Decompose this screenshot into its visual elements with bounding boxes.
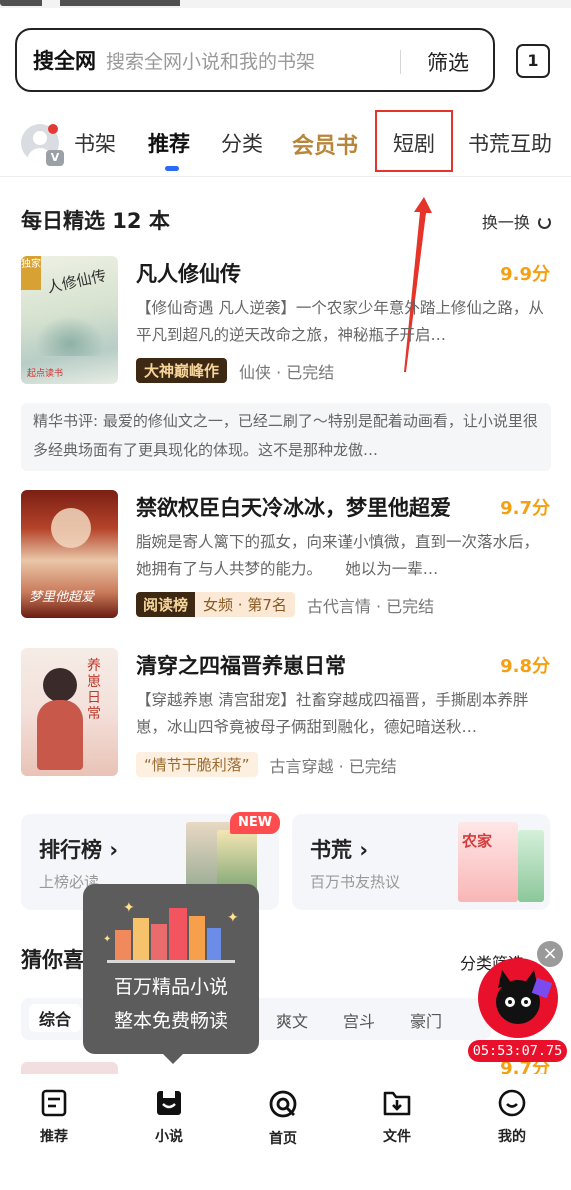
book-score: 9.8分 xyxy=(500,656,550,677)
tab-book-help[interactable]: 书荒互助 xyxy=(468,128,552,158)
book-cover[interactable]: 梦里他超爱 xyxy=(21,490,118,618)
book-cover[interactable]: 独家 人修仙传 起点读书 xyxy=(21,256,118,384)
filter-button[interactable]: 筛选 xyxy=(427,47,469,77)
search-divider xyxy=(400,50,401,74)
refresh-button[interactable]: 换一换 xyxy=(482,209,551,233)
search-bar[interactable]: 搜全网 搜索全网小说和我的书架 筛选 xyxy=(15,28,495,92)
tab-category[interactable]: 分类 xyxy=(221,128,263,158)
search-scope[interactable]: 搜全网 xyxy=(33,45,96,75)
nav-label[interactable]: 文件 xyxy=(357,1126,437,1146)
exclusive-badge: 独家 xyxy=(21,256,41,290)
home-q-icon xyxy=(269,1090,297,1118)
new-badge: NEW xyxy=(230,812,280,834)
book-description: 脂婉是寄人篱下的孤女，向来谨小慎微，直到一次落水后，她拥有了与人共梦的能力。 她… xyxy=(136,533,540,578)
header-separator xyxy=(0,176,571,177)
book-score: 9.7分 xyxy=(500,498,550,519)
book-shortage-card-title[interactable]: 书荒 xyxy=(310,838,352,862)
nav-mine[interactable]: 我的 xyxy=(472,1088,552,1146)
book-shortage-card-subtitle: 百万书友热议 xyxy=(310,873,401,891)
book-title[interactable]: 凡人修仙传 xyxy=(136,258,241,288)
nav-label[interactable]: 推荐 xyxy=(14,1126,94,1146)
cat-mascot-icon xyxy=(496,970,553,1024)
book-title[interactable]: 禁欲权臣白天冷冰冰，梦里他超爱 xyxy=(136,492,451,522)
tab-count-button[interactable]: 1 xyxy=(516,44,550,78)
chip-rich[interactable]: 豪门 xyxy=(410,1008,442,1032)
notification-dot xyxy=(48,124,58,134)
countdown-timer: 05:53:07.75 xyxy=(468,1040,567,1062)
rank-tag: 阅读榜 女频 · 第7名 xyxy=(136,592,295,617)
book-tag: 大神巅峰作 xyxy=(136,358,228,383)
book-review[interactable]: 精华书评: 最爱的修仙文之一，已经二刷了～特别是配着动画看，让小说里很多经典场面… xyxy=(21,403,551,471)
next-book-peek: 9.7分 xyxy=(0,1062,571,1074)
cover-art-title: 人修仙传 xyxy=(45,266,108,297)
search-placeholder[interactable]: 搜索全网小说和我的书架 xyxy=(106,47,315,74)
tab-bookshelf[interactable]: 书架 xyxy=(74,128,116,158)
section-title: 每日精选 12 本 xyxy=(21,209,170,233)
chevron-right-icon: › xyxy=(359,838,368,862)
vip-badge: V xyxy=(46,150,64,166)
book-description: 【穿越养崽 清宫甜宠】社畜穿越成四福晋，手撕剧本养胖崽，冰山四爷竟被母子俩甜到融… xyxy=(136,691,529,736)
book-meta: 古言穿越 · 已完结 xyxy=(269,756,397,776)
book-cover[interactable]: 养崽日常 xyxy=(21,648,118,776)
nav-novel[interactable]: 小说 xyxy=(129,1088,209,1146)
book-thumb: 农家 xyxy=(458,822,518,902)
doc-icon xyxy=(41,1089,67,1117)
nav-label[interactable]: 首页 xyxy=(243,1128,323,1148)
chip-all[interactable]: 综合 xyxy=(29,1004,82,1032)
floating-reward-widget[interactable] xyxy=(478,958,558,1038)
status-strip xyxy=(0,0,571,8)
book-score: 9.7分 xyxy=(500,1062,550,1074)
tab-vip-books[interactable]: 会员书 xyxy=(292,128,358,160)
refresh-label[interactable]: 换一换 xyxy=(482,213,530,232)
nav-home[interactable]: 首页 xyxy=(243,1088,323,1148)
cover-brand: 起点读书 xyxy=(27,369,64,379)
chip-cool[interactable]: 爽文 xyxy=(276,1008,308,1032)
book-thumb xyxy=(518,830,544,902)
nav-recommend[interactable]: 推荐 xyxy=(14,1088,94,1146)
rank-tag-value: 女频 · 第7名 xyxy=(195,592,295,617)
svg-text:✦: ✦ xyxy=(123,900,135,916)
top-tabs: V 书架 推荐 分类 会员书 短剧 书荒互助 xyxy=(0,112,571,174)
book-tag: “情节干脆利落” xyxy=(136,752,258,777)
guess-title: 猜你喜 xyxy=(21,948,84,972)
highlight-box xyxy=(375,110,453,172)
svg-text:✦: ✦ xyxy=(103,934,111,945)
refresh-icon[interactable] xyxy=(538,216,551,229)
tab-recommend[interactable]: 推荐 xyxy=(148,128,190,158)
nav-label[interactable]: 我的 xyxy=(472,1126,552,1146)
tooltip-line2: 整本免费畅读 xyxy=(113,1010,228,1032)
tooltip-line1: 百万精品小说 xyxy=(113,976,228,998)
close-icon[interactable]: × xyxy=(537,941,563,967)
book-meta: 古代言情 · 已完结 xyxy=(306,596,435,616)
book-title[interactable]: 清穿之四福晋养崽日常 xyxy=(136,650,346,680)
book-score: 9.9分 xyxy=(500,264,550,285)
promo-tooltip[interactable]: ✦ ✦ ✦ 百万精品小说 整本免费畅读 xyxy=(83,884,259,1064)
book-description: 【修仙奇遇 凡人逆袭】一个农家少年意外踏上修仙之路，从平凡到超凡的逆天改命之旅，… xyxy=(136,299,544,344)
svg-text:✦: ✦ xyxy=(227,910,239,926)
folder-download-icon xyxy=(383,1091,411,1116)
rank-tag-label: 阅读榜 xyxy=(136,592,196,617)
nav-files[interactable]: 文件 xyxy=(357,1088,437,1146)
ranking-card-title[interactable]: 排行榜 xyxy=(39,838,102,862)
chevron-right-icon: › xyxy=(109,838,118,862)
book-shortage-card[interactable]: 书荒 › 百万书友热议 农家 xyxy=(292,814,550,910)
book-meta: 仙侠 · 已完结 xyxy=(239,362,335,382)
book-icon xyxy=(157,1091,181,1115)
books-illustration-icon: ✦ ✦ ✦ xyxy=(103,900,239,963)
chip-palace[interactable]: 宫斗 xyxy=(343,1008,375,1032)
cover-art-title: 养崽日常 xyxy=(87,658,101,722)
bottom-nav: 推荐 小说 首页 文件 我的 xyxy=(0,1074,571,1190)
active-tab-indicator xyxy=(165,166,179,171)
cover-art-title: 梦里他超爱 xyxy=(29,590,95,605)
nav-label[interactable]: 小说 xyxy=(129,1126,209,1146)
smile-icon xyxy=(498,1089,526,1117)
